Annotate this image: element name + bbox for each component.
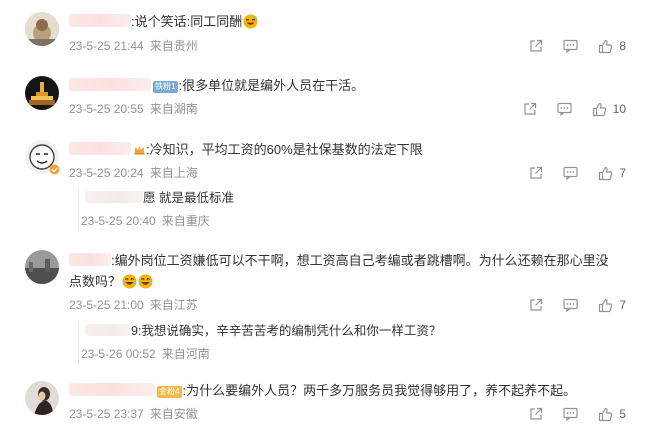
comment-icon bbox=[563, 166, 578, 180]
share-button[interactable] bbox=[529, 39, 543, 53]
share-icon bbox=[530, 298, 543, 311]
comment-meta: 23-5-25 20:55 来自湖南 bbox=[69, 101, 204, 117]
comment-meta: 23-5-25 21:00 来自江苏 bbox=[69, 297, 204, 313]
comment-date: 23-5-25 20:55 bbox=[69, 102, 144, 116]
share-icon bbox=[530, 407, 543, 420]
comment-actions: 8 bbox=[529, 37, 626, 55]
comment-icon bbox=[563, 39, 578, 53]
username-redacted[interactable] bbox=[69, 253, 111, 266]
comment-text: :冷知识，平均工资的60%是社保基数的法定下限 bbox=[69, 141, 636, 159]
reply-location: 来自重庆 bbox=[161, 214, 210, 228]
thumbs-up-icon bbox=[599, 166, 613, 180]
avatar[interactable] bbox=[25, 12, 59, 46]
comment-icon bbox=[557, 102, 572, 116]
share-icon bbox=[524, 102, 536, 115]
like-button[interactable]: 10 bbox=[592, 102, 626, 117]
avatar[interactable] bbox=[25, 381, 59, 415]
thumbs-up-icon bbox=[599, 407, 613, 421]
comment-icon bbox=[563, 298, 578, 312]
comment-location: 来自安徽 bbox=[149, 407, 198, 421]
comment-location: 来自江苏 bbox=[149, 298, 198, 312]
fan-badge[interactable]: 铁粉1 bbox=[153, 81, 179, 93]
like-count: 10 bbox=[612, 102, 626, 116]
share-button[interactable] bbox=[523, 102, 537, 116]
comment-button[interactable] bbox=[563, 39, 578, 53]
share-button[interactable] bbox=[529, 298, 543, 312]
comment-actions: 7 bbox=[529, 296, 626, 314]
thumbs-up-icon bbox=[599, 298, 613, 312]
like-button[interactable]: 5 bbox=[598, 407, 626, 422]
reply-text: 9:我想说确实，辛辛苦苦考的编制凭什么和你一样工资？ bbox=[85, 322, 441, 340]
avatar[interactable] bbox=[25, 250, 59, 284]
comment-meta: 23-5-25 21:44 来自贵州 bbox=[69, 38, 204, 54]
verified-badge-icon bbox=[49, 164, 60, 175]
comment-text: :编外岗位工资嫌低可以不干啊，想工资高自己考编或者跳槽啊。为什么还赖在那心里没点… bbox=[69, 253, 609, 289]
comment-actions: 7 bbox=[529, 164, 626, 182]
comment-button[interactable] bbox=[563, 298, 578, 312]
comment-date: 23-5-25 21:44 bbox=[69, 39, 144, 53]
reply-location: 来自河南 bbox=[161, 347, 210, 361]
comment-text: 金粉4:为什么要编外人员？两千多万服务员我觉得够用了，养不起养不起。 bbox=[69, 382, 636, 400]
like-button[interactable]: 8 bbox=[598, 39, 626, 54]
thumbs-up-icon bbox=[592, 102, 606, 116]
comment-actions: 5 bbox=[529, 405, 626, 423]
share-button[interactable] bbox=[529, 407, 543, 421]
comment-location: 来自上海 bbox=[149, 166, 198, 180]
reply-username-redacted[interactable] bbox=[85, 324, 131, 336]
comment-icon bbox=[563, 407, 578, 421]
reply-date: 23-5-25 20:40 bbox=[81, 214, 156, 228]
comment-meta: 23-5-25 20:24 来自上海 bbox=[69, 165, 204, 181]
reply-item: 9:我想说确实，辛辛苦苦考的编制凭什么和你一样工资？ 23-5-26 00:52… bbox=[78, 322, 441, 364]
like-count: 5 bbox=[619, 407, 626, 421]
comment-date: 23-5-25 23:37 bbox=[69, 407, 144, 421]
reply-meta: 23-5-25 20:40 来自重庆 bbox=[81, 213, 216, 229]
share-button[interactable] bbox=[529, 166, 543, 180]
reply-date: 23-5-26 00:52 bbox=[81, 347, 156, 361]
like-count: 7 bbox=[619, 166, 626, 180]
comment-location: 来自湖南 bbox=[149, 102, 198, 116]
comment-button[interactable] bbox=[557, 102, 572, 116]
comment-button[interactable] bbox=[563, 166, 578, 180]
share-icon bbox=[530, 39, 543, 52]
username-redacted[interactable] bbox=[69, 383, 155, 396]
username-redacted[interactable] bbox=[69, 78, 151, 91]
fan-badge[interactable]: 金粉4 bbox=[157, 386, 183, 398]
like-button[interactable]: 7 bbox=[598, 298, 626, 313]
comment-meta: 23-5-25 23:37 来自安徽 bbox=[69, 406, 204, 422]
reply-text: 愿 就是最低标准 bbox=[85, 189, 234, 207]
laughing-crying-emoji-icon bbox=[138, 274, 153, 289]
laughing-crying-emoji-icon bbox=[122, 274, 137, 289]
comment-date: 23-5-25 21:00 bbox=[69, 298, 144, 312]
comment-text: 铁粉1:很多单位就是编外人员在干活。 bbox=[69, 77, 636, 95]
avatar[interactable] bbox=[25, 76, 59, 110]
share-icon bbox=[530, 166, 543, 179]
like-count: 7 bbox=[619, 298, 626, 312]
comment-actions: 10 bbox=[523, 100, 626, 118]
username-redacted[interactable] bbox=[69, 142, 131, 155]
like-button[interactable]: 7 bbox=[598, 166, 626, 181]
comment-button[interactable] bbox=[563, 407, 578, 421]
comment-location: 来自贵州 bbox=[149, 39, 198, 53]
crown-icon bbox=[134, 146, 145, 155]
reply-item: 愿 就是最低标准 23-5-25 20:40 来自重庆 bbox=[78, 189, 234, 231]
comment-text: :说个笑话:同工同酬 bbox=[69, 13, 636, 31]
thumbs-up-icon bbox=[599, 39, 613, 53]
username-redacted[interactable] bbox=[69, 14, 131, 27]
like-count: 8 bbox=[619, 39, 626, 53]
reply-meta: 23-5-26 00:52 来自河南 bbox=[81, 346, 216, 362]
reply-username-redacted[interactable] bbox=[85, 191, 143, 203]
sweat-smile-emoji-icon bbox=[243, 14, 258, 29]
comment-date: 23-5-25 20:24 bbox=[69, 166, 144, 180]
